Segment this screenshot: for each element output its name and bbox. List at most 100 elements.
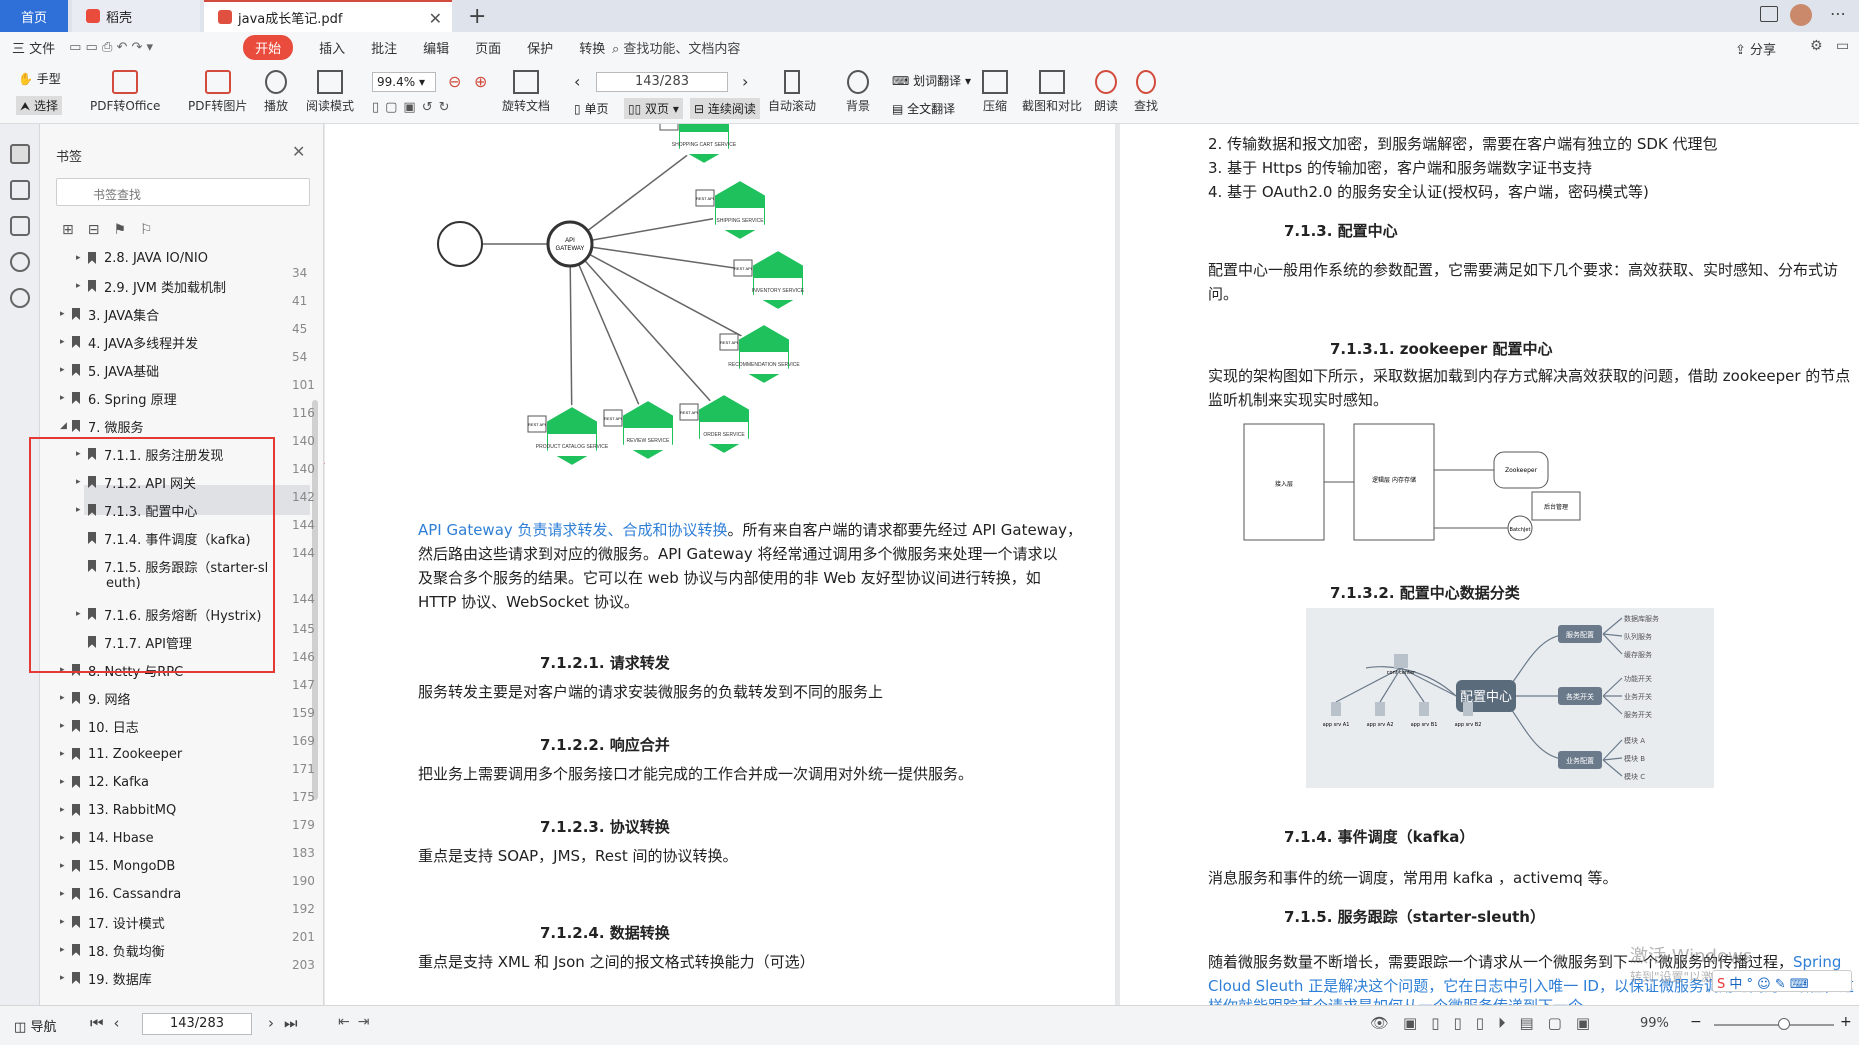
read-mode-button[interactable]: 阅读模式 [306,70,354,114]
zoom-in-icon[interactable]: ⊕ [474,72,487,91]
status-zoom-out-icon[interactable]: − [1690,1014,1702,1030]
settings-icon[interactable]: ⚙ [1810,38,1823,54]
bookmark-item[interactable]: ▸ 13. RabbitMQ [60,796,330,824]
expand-arrow-icon[interactable]: ▸ [60,861,72,871]
more-icon[interactable]: ⋯ [1830,4,1846,23]
bookmark-item[interactable]: ▸ 5. JAVA基础 [60,356,330,384]
tab-home[interactable]: 首页 [0,0,68,32]
menu-insert[interactable]: 插入 [319,38,345,57]
screenshot-compare-button[interactable]: 截图和对比 [1022,70,1082,114]
pdf-to-image-button[interactable]: PDF转图片 [188,70,247,114]
double-page-button[interactable]: ▯▯ 双页 ▾ [624,98,683,119]
status-page-input[interactable]: 143/283 [142,1013,252,1035]
history-nav-icons[interactable]: ⇤⇥ [338,1014,377,1030]
expand-arrow-icon[interactable]: ▸ [60,365,72,375]
close-tab-icon[interactable]: ✕ [429,9,442,28]
bookmark-item[interactable]: ▸ 4. JAVA多线程并发 [60,328,330,356]
nav-toggle[interactable]: ◫ 导航 [14,1016,56,1035]
status-zoom-in-icon[interactable]: + [1840,1014,1852,1030]
expand-arrow-icon[interactable]: ▸ [60,973,72,983]
page-next-controls[interactable]: ›⏭ [268,1014,308,1032]
bookmark-item[interactable]: ▸ 14. Hbase [60,824,330,852]
expand-arrow-icon[interactable]: ▸ [60,945,72,955]
menu-edit[interactable]: 编辑 [423,38,449,57]
bookmark-item[interactable]: ▸ 6. Spring 原理 [60,384,330,412]
comment-icon[interactable] [10,216,30,236]
bookmark-item[interactable]: ▸ 3. JAVA集合 [60,300,330,328]
bookmark-tool-icons[interactable]: ⊞⊟⚑⚐ [62,222,167,238]
bookmark-item[interactable]: ▸ 15. MongoDB [60,852,330,880]
pdf-to-office-button[interactable]: PDF转Office [90,70,160,114]
thumbnail-icon[interactable] [10,180,30,200]
hand-tool[interactable]: ✋ 手型 [18,70,61,87]
menu-convert[interactable]: 转换 [579,38,605,57]
expand-arrow-icon[interactable]: ▸ [76,253,88,263]
expand-arrow-icon[interactable]: ▸ [60,889,72,899]
zoom-slider-track[interactable] [1714,1024,1834,1026]
page-prev-controls[interactable]: ⏮‹ [90,1014,130,1032]
prev-page-icon[interactable]: ‹ [574,72,580,91]
word-translate-button[interactable]: ⌨ 划词翻译 ▾ [892,72,971,89]
next-page-icon[interactable]: › [742,72,748,91]
menu-protect[interactable]: 保护 [527,38,553,57]
expand-arrow-icon[interactable]: ▸ [60,805,72,815]
select-tool[interactable]: ⮝ 选择 [16,96,63,115]
expand-arrow-icon[interactable]: ▸ [60,337,72,347]
read-aloud-button[interactable]: 朗读 [1094,70,1118,114]
play-button[interactable]: 播放 [264,70,288,114]
single-page-button[interactable]: ▯ 单页 [574,100,608,117]
continuous-read-button[interactable]: ⊟ 连续阅读 [690,98,760,119]
bookmark-item[interactable]: ▸ 19. 数据库 [60,964,330,992]
expand-arrow-icon[interactable]: ▸ [60,749,72,759]
auto-scroll-button[interactable]: 自动滚动 [768,70,816,114]
ime-toolbar[interactable]: S 中 ° ☺ ✎ ⌨ [1712,970,1852,992]
expand-arrow-icon[interactable]: ▸ [60,309,72,319]
expand-arrow-icon[interactable]: ▸ [60,693,72,703]
quick-access-icons[interactable]: ▭ ▭ ⎙ ↶ ↷ ▾ [69,40,153,55]
bookmark-item[interactable]: ▸ 18. 负载均衡 [60,936,330,964]
expand-arrow-icon[interactable]: ▸ [76,281,88,291]
expand-arrow-icon[interactable]: ▸ [60,777,72,787]
expand-arrow-icon[interactable]: ▸ [60,721,72,731]
new-tab-button[interactable]: + [468,4,486,29]
attachment-icon[interactable] [10,252,30,272]
menu-annotate[interactable]: 批注 [371,38,397,57]
command-search[interactable]: ⌕ 查找功能、文档内容 [612,38,740,57]
zoom-out-icon[interactable]: ⊖ [448,72,461,91]
bookmark-item[interactable]: ▸ 17. 设计模式 [60,908,330,936]
menu-file[interactable]: 三 文件 [12,38,55,57]
close-panel-icon[interactable]: ✕ [292,142,305,161]
bookmark-item[interactable]: ▸ 16. Cassandra [60,880,330,908]
message-icon[interactable]: ▭ [1836,38,1849,54]
signature-icon[interactable] [10,288,30,308]
rotate-doc-button[interactable]: 旋转文档 [502,70,550,114]
avatar[interactable] [1790,4,1812,26]
menu-start[interactable]: 开始 [243,34,294,60]
share-button[interactable]: ⇪ 分享 [1735,39,1776,58]
background-button[interactable]: 背景 [846,70,870,114]
bookmark-search-input[interactable] [56,178,310,206]
expand-arrow-icon[interactable]: ▸ [60,917,72,927]
zoom-slider-thumb[interactable] [1778,1018,1790,1030]
menu-page[interactable]: 页面 [475,38,501,57]
bookmark-item[interactable]: ▸ 10. 日志 [60,712,330,740]
status-zoom[interactable]: 99% [1640,1016,1669,1031]
tab-wps[interactable]: 稻壳 [72,0,200,32]
expand-arrow-icon[interactable]: ▸ [60,833,72,843]
find-button[interactable]: 查找 [1134,70,1158,114]
bookmark-item[interactable]: ◢ 7. 微服务 [60,412,330,440]
compress-button[interactable]: 压缩 [982,70,1008,114]
bookmark-panel-icon[interactable] [10,144,30,164]
bookmark-item[interactable]: ▸ 11. Zookeeper [60,740,330,768]
tab-pdf-file[interactable]: java成长笔记.pdf ✕ [204,0,452,32]
collapse-arrow-icon[interactable]: ◢ [60,421,72,431]
page-number-input[interactable]: 143/283 [596,72,728,92]
expand-arrow-icon[interactable]: ▸ [60,393,72,403]
view-mode-icons[interactable]: 👁▣▯▯▯⏵▤▢▣ [1370,1014,1604,1032]
window-layout-icon[interactable] [1760,6,1778,22]
full-translate-button[interactable]: ▤ 全文翻译 [892,100,955,117]
bookmark-item[interactable]: ▸ 9. 网络 [60,684,330,712]
view-fit-icons[interactable]: ▯▢▣↺↻ [372,100,456,115]
zoom-select[interactable]: 99.4% ▾ [372,72,436,92]
bookmark-item[interactable]: ▸ 12. Kafka [60,768,330,796]
